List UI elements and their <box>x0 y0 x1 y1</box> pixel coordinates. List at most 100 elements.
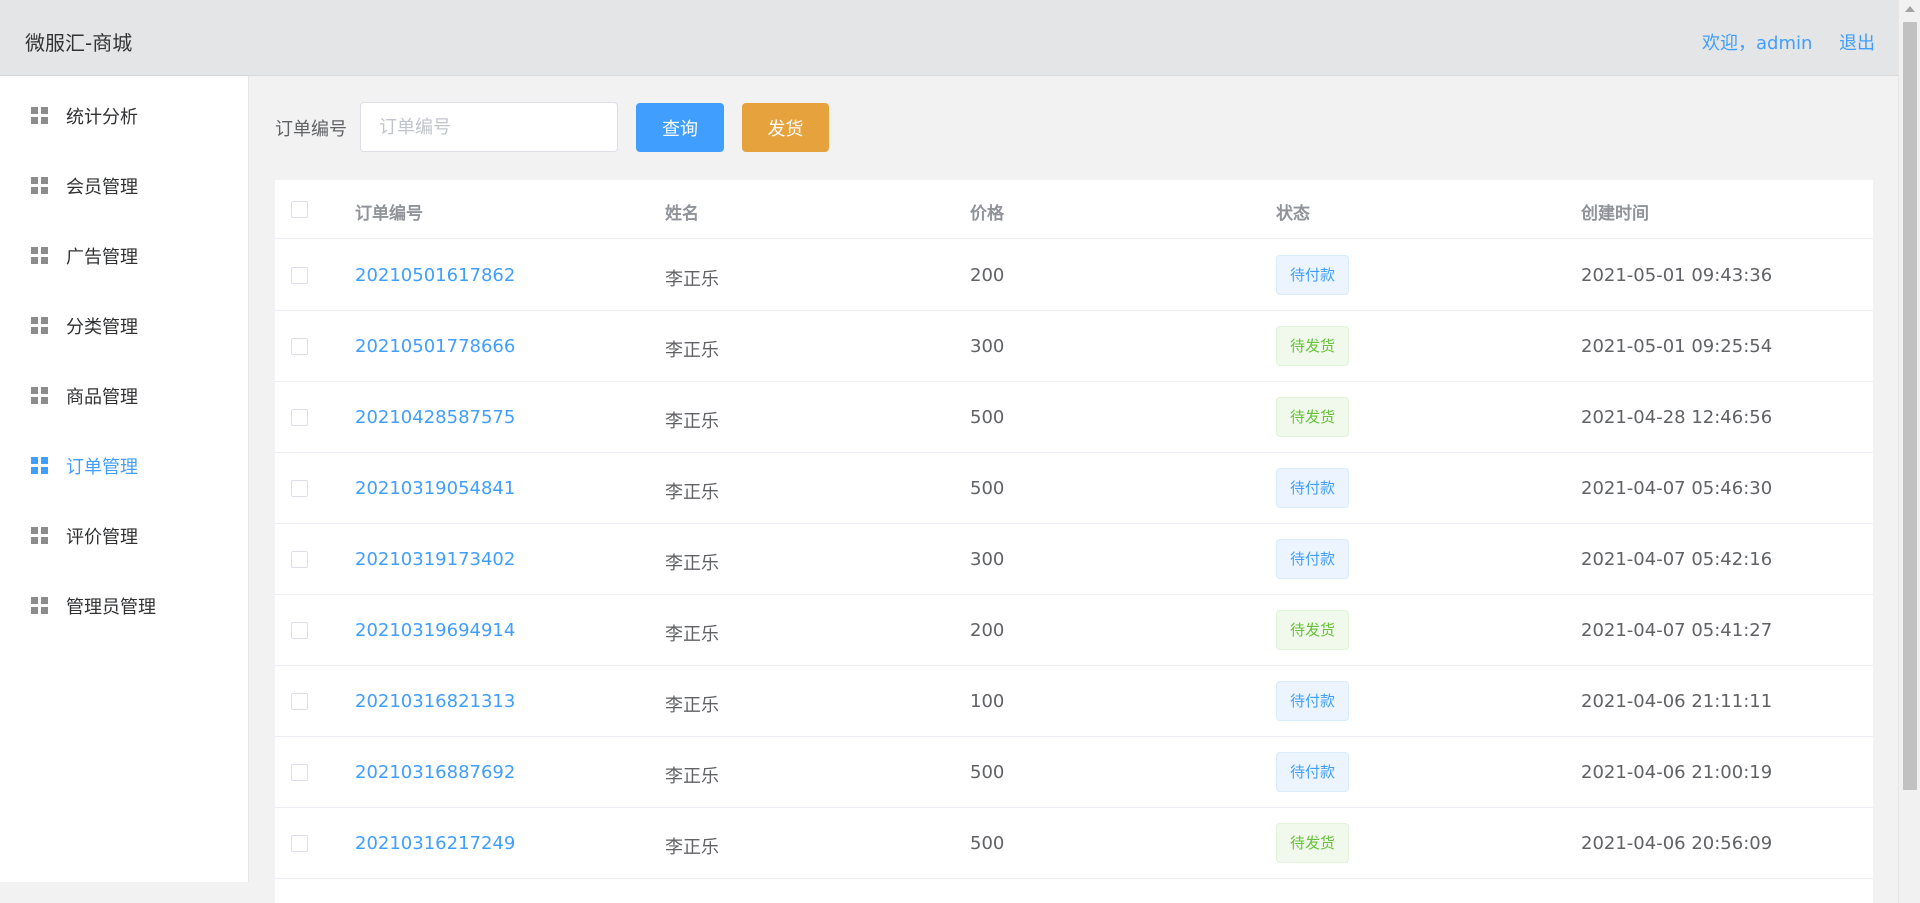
top-header: 微服汇-商城 欢迎，admin 退出 <box>0 0 1898 76</box>
table-row: 20210428587575 李正乐 500 待发货 2021-04-28 12:46:… <box>275 382 1873 453</box>
sidebar-item-label: 管理员管理 <box>66 597 156 618</box>
sidebar-item-label: 订单管理 <box>66 457 138 478</box>
created-time: 2021-04-06 21:00:19 <box>1581 762 1773 783</box>
order-no-input[interactable] <box>360 102 618 152</box>
table-row: 20210316217249 李正乐 500 待发货 2021-04-06 20:56:… <box>275 808 1873 879</box>
row-checkbox[interactable] <box>291 267 308 284</box>
row-checkbox[interactable] <box>291 622 308 639</box>
ship-button[interactable]: 发货 <box>742 103 829 152</box>
order-price: 200 <box>970 620 1005 641</box>
sidebar-item-label: 商品管理 <box>66 387 138 408</box>
order-no-link[interactable]: 20210319054841 <box>355 478 515 499</box>
select-all-checkbox[interactable] <box>291 201 308 218</box>
sidebar-item-label: 统计分析 <box>66 107 138 128</box>
row-checkbox[interactable] <box>291 409 308 426</box>
row-checkbox[interactable] <box>291 551 308 568</box>
order-no-link[interactable]: 20210501617862 <box>355 265 515 286</box>
column-header-status: 状态 <box>1276 204 1310 224</box>
customer-name: 李正乐 <box>665 411 719 432</box>
status-badge: 待付款 <box>1276 468 1350 508</box>
order-price: 300 <box>970 336 1005 357</box>
sidebar-item-2[interactable]: 广告管理 <box>0 226 248 282</box>
order-no-link[interactable]: 20210316821313 <box>355 691 515 712</box>
column-header-order-no: 订单编号 <box>355 204 423 224</box>
grid-icon <box>31 317 48 334</box>
customer-name: 李正乐 <box>665 269 719 290</box>
sidebar-item-4[interactable]: 商品管理 <box>0 366 248 422</box>
table-row: 20210501778666 李正乐 300 待发货 2021-05-01 09:25:… <box>275 311 1873 382</box>
order-no-link[interactable]: 20210428587575 <box>355 407 515 428</box>
order-price: 500 <box>970 407 1005 428</box>
table-row: 20210319694914 李正乐 200 待发货 2021-04-07 05:41:… <box>275 595 1873 666</box>
logout-link[interactable]: 退出 <box>1839 29 1875 55</box>
order-price: 200 <box>970 265 1005 286</box>
customer-name: 李正乐 <box>665 340 719 361</box>
customer-name: 李正乐 <box>665 482 719 503</box>
query-button[interactable]: 查询 <box>636 103 724 152</box>
row-checkbox[interactable] <box>291 693 308 710</box>
table-header: 订单编号 姓名 价格 状态 创建时间 <box>275 180 1873 239</box>
column-header-name: 姓名 <box>665 204 699 224</box>
sidebar-item-label: 会员管理 <box>66 177 138 198</box>
status-badge: 待发货 <box>1276 397 1350 437</box>
order-price: 500 <box>970 478 1005 499</box>
status-badge: 待发货 <box>1276 823 1350 863</box>
grid-icon <box>31 247 48 264</box>
created-time: 2021-04-06 21:11:11 <box>1581 691 1773 712</box>
sidebar-item-6[interactable]: 评价管理 <box>0 506 248 562</box>
status-badge: 待付款 <box>1276 681 1350 721</box>
customer-name: 李正乐 <box>665 837 719 858</box>
customer-name: 李正乐 <box>665 553 719 574</box>
customer-name: 李正乐 <box>665 766 719 787</box>
created-time: 2021-04-28 12:46:56 <box>1581 407 1773 428</box>
customer-name: 李正乐 <box>665 624 719 645</box>
created-time: 2021-05-01 09:43:36 <box>1581 265 1773 286</box>
column-header-created: 创建时间 <box>1581 204 1649 224</box>
order-no-link[interactable]: 20210319173402 <box>355 549 515 570</box>
order-no-link[interactable]: 20210316217249 <box>355 833 515 854</box>
table-row: 20210319054841 李正乐 500 待付款 2021-04-07 05:46:… <box>275 453 1873 524</box>
row-checkbox[interactable] <box>291 338 308 355</box>
table-row: 20210319173402 李正乐 300 待付款 2021-04-07 05:42:… <box>275 524 1873 595</box>
order-price: 500 <box>970 833 1005 854</box>
sidebar-item-label: 评价管理 <box>66 527 138 548</box>
row-checkbox[interactable] <box>291 480 308 497</box>
brand-title: 微服汇-商城 <box>25 31 133 55</box>
sidebar-item-3[interactable]: 分类管理 <box>0 296 248 352</box>
order-price: 500 <box>970 762 1005 783</box>
table-row: 20210316887692 李正乐 500 待付款 2021-04-06 21:00:… <box>275 737 1873 808</box>
welcome-user[interactable]: 欢迎，admin <box>1702 29 1812 55</box>
scroll-thumb[interactable] <box>1903 22 1917 790</box>
row-checkbox[interactable] <box>291 835 308 852</box>
scroll-up-arrow-icon[interactable] <box>1905 6 1915 12</box>
sidebar-item-5[interactable]: 订单管理 <box>0 436 248 492</box>
created-time: 2021-04-07 05:41:27 <box>1581 620 1773 641</box>
status-badge: 待付款 <box>1276 255 1350 295</box>
order-price: 100 <box>970 691 1005 712</box>
table-row: 20210316821313 李正乐 100 待付款 2021-04-06 21:11:… <box>275 666 1873 737</box>
grid-icon <box>31 457 48 474</box>
created-time: 2021-04-07 05:46:30 <box>1581 478 1773 499</box>
customer-name: 李正乐 <box>665 695 719 716</box>
status-badge: 待发货 <box>1276 326 1350 366</box>
sidebar-item-7[interactable]: 管理员管理 <box>0 576 248 632</box>
column-header-price: 价格 <box>970 204 1004 224</box>
grid-icon <box>31 597 48 614</box>
sidebar-item-1[interactable]: 会员管理 <box>0 156 248 212</box>
order-no-label: 订单编号 <box>275 119 347 140</box>
grid-icon <box>31 527 48 544</box>
order-no-link[interactable]: 20210316887692 <box>355 762 515 783</box>
sidebar-item-label: 分类管理 <box>66 317 138 338</box>
created-time: 2021-04-06 20:56:09 <box>1581 833 1773 854</box>
order-no-link[interactable]: 20210501778666 <box>355 336 515 357</box>
created-time: 2021-05-01 09:25:54 <box>1581 336 1773 357</box>
row-checkbox[interactable] <box>291 764 308 781</box>
bottom-band <box>0 882 275 903</box>
status-badge: 待发货 <box>1276 610 1350 650</box>
page-scrollbar[interactable] <box>1898 0 1920 903</box>
sidebar-item-0[interactable]: 统计分析 <box>0 86 248 142</box>
order-no-link[interactable]: 20210319694914 <box>355 620 515 641</box>
created-time: 2021-04-07 05:42:16 <box>1581 549 1773 570</box>
grid-icon <box>31 177 48 194</box>
status-badge: 待付款 <box>1276 539 1350 579</box>
